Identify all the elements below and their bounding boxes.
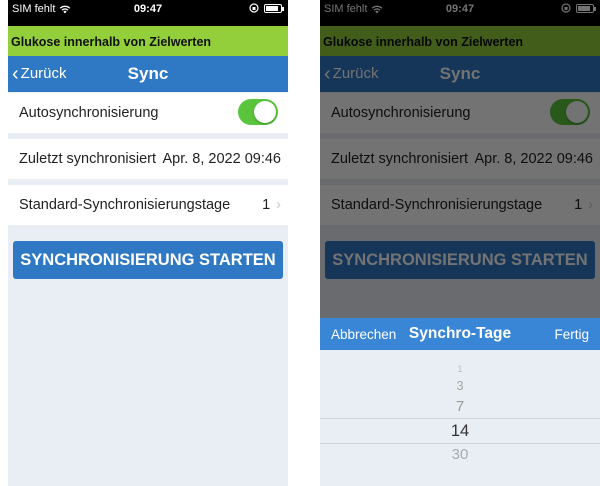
sync-screen-with-picker: SIM fehlt 09:47 Glukose innerhalb von Zi… xyxy=(320,0,600,486)
chevron-right-icon: › xyxy=(276,197,281,213)
picker-option[interactable]: 7 xyxy=(320,398,600,415)
picker-option[interactable]: 1 xyxy=(320,364,600,374)
last-sync-label: Zuletzt synchronisiert xyxy=(19,151,156,167)
default-sync-days-row[interactable]: Standard-Synchronisierungstage 1 › xyxy=(8,185,288,225)
picker-option[interactable]: 3 xyxy=(320,378,600,393)
orientation-lock-icon xyxy=(249,3,259,13)
sync-screen: SIM fehlt 09:47 Glukose innerhalb von Zi… xyxy=(8,0,288,486)
picker-option-selected[interactable]: 14 xyxy=(320,422,600,441)
picker-done-button[interactable]: Fertig xyxy=(554,327,589,342)
page-title: Sync xyxy=(127,64,169,83)
last-sync-value: Apr. 8, 2022 09:46 xyxy=(162,151,281,167)
default-sync-days-label: Standard-Synchronisierungstage xyxy=(19,197,231,213)
sync-days-picker[interactable]: 1 3 7 14 30 xyxy=(320,350,600,486)
picker-selection-line-bottom xyxy=(320,443,600,444)
default-sync-days-value: 1 xyxy=(262,197,271,213)
start-sync-button[interactable]: SYNCHRONISIERUNG STARTEN xyxy=(13,241,283,279)
auto-sync-row: Autosynchronisierung xyxy=(8,93,288,133)
battery-icon xyxy=(264,3,284,13)
glucose-status-banner: Glukose innerhalb von Zielwerten xyxy=(8,26,288,56)
picker-option[interactable]: 30 xyxy=(320,446,600,463)
last-sync-row: Zuletzt synchronisiert Apr. 8, 2022 09:4… xyxy=(8,139,288,179)
picker-selection-line-top xyxy=(320,418,600,419)
navbar: ‹ Zurück Sync xyxy=(8,56,288,92)
auto-sync-toggle[interactable] xyxy=(238,99,278,125)
status-bar: SIM fehlt 09:47 xyxy=(8,0,288,26)
status-time: 09:47 xyxy=(133,3,163,15)
picker-toolbar: Abbrechen Synchro-Tage Fertig xyxy=(320,318,600,350)
auto-sync-label: Autosynchronisierung xyxy=(19,105,159,121)
